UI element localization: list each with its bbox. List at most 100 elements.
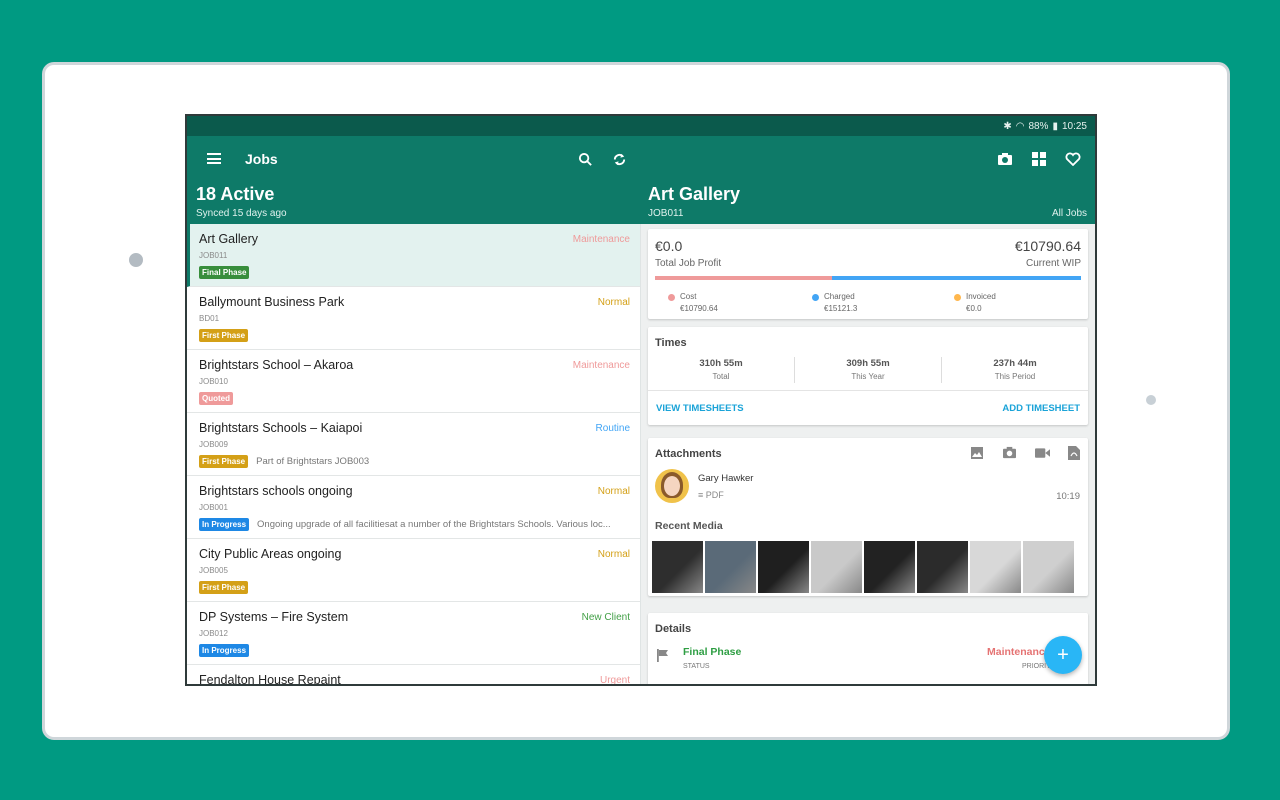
attachments-title: Attachments bbox=[655, 448, 722, 460]
legend-label: Cost bbox=[680, 292, 697, 301]
job-tag-row: In Progress Ongoing upgrade of all facili… bbox=[199, 518, 629, 531]
status-badge: First Phase bbox=[199, 581, 249, 594]
battery-percent: 88% bbox=[1028, 120, 1049, 132]
job-tag-row: First Phase bbox=[199, 581, 629, 594]
job-row[interactable]: Brightstars School – Akaroa Maintenance JO… bbox=[187, 350, 640, 413]
job-row[interactable]: DP Systems – Fire System New Client JOB012… bbox=[187, 602, 640, 665]
camera-dot bbox=[129, 253, 143, 267]
media-strip bbox=[652, 541, 1088, 593]
status-badge: First Phase bbox=[199, 455, 249, 468]
divider bbox=[648, 390, 1088, 391]
all-jobs-link[interactable]: All Jobs bbox=[1052, 208, 1087, 219]
job-row[interactable]: Ballymount Business Park Normal BD01 First … bbox=[187, 287, 640, 350]
favorite-icon[interactable] bbox=[1062, 148, 1084, 170]
status-label: STATUS bbox=[683, 663, 710, 670]
media-thumbnail[interactable] bbox=[864, 541, 915, 593]
grid-icon[interactable] bbox=[1028, 148, 1050, 170]
legend-dot bbox=[812, 294, 819, 301]
job-code: JOB009 bbox=[199, 440, 228, 449]
job-code: JOB012 bbox=[199, 629, 228, 638]
media-thumbnail[interactable] bbox=[652, 541, 703, 593]
job-type: New Client bbox=[581, 612, 630, 623]
legend-dot bbox=[954, 294, 961, 301]
app-bar: Jobs 18 Active Synced 15 days ago Art Ga… bbox=[187, 136, 1095, 224]
sensor-dot bbox=[1146, 395, 1156, 405]
sync-icon[interactable] bbox=[608, 148, 630, 170]
job-row[interactable]: Fendalton House Repaint Urgent bbox=[187, 665, 640, 686]
profit-label: Total Job Profit bbox=[655, 258, 722, 269]
job-name: Art Gallery bbox=[199, 232, 259, 246]
battery-icon: ▮ bbox=[1052, 120, 1058, 132]
job-row[interactable]: City Public Areas ongoing Normal JOB005 Fir… bbox=[187, 539, 640, 602]
job-code: JOB011 bbox=[199, 251, 228, 260]
job-name: Brightstars Schools – Kaiapoi bbox=[199, 421, 363, 435]
job-tag-row: Quoted bbox=[199, 392, 629, 405]
time-this-period: 237h 44m This Period bbox=[942, 358, 1088, 381]
camera-icon[interactable] bbox=[994, 148, 1016, 170]
attachment-time: 10:19 bbox=[1056, 491, 1080, 502]
view-timesheets-button[interactable]: VIEW TIMESHEETS bbox=[656, 403, 744, 414]
status-badge: First Phase bbox=[199, 329, 249, 342]
job-detail-pane: €0.0 Total Job Profit €10790.64 Current … bbox=[641, 224, 1095, 684]
details-title: Details bbox=[655, 623, 692, 635]
media-thumbnail[interactable] bbox=[1023, 541, 1074, 593]
legend-dot bbox=[668, 294, 675, 301]
clock: 10:25 bbox=[1061, 120, 1087, 132]
job-name: Ballymount Business Park bbox=[199, 295, 345, 309]
legend-label: Charged bbox=[824, 292, 855, 301]
job-tag-row: In Progress bbox=[199, 644, 629, 657]
avatar-face bbox=[664, 476, 680, 496]
job-type: Urgent bbox=[599, 675, 630, 686]
job-tag-row: First Phase bbox=[199, 329, 629, 342]
app-screen: ✱ ◠ 88% ▮ 10:25 Jobs 18 Active Synced 15… bbox=[185, 114, 1097, 686]
attachment-type-label: PDF bbox=[705, 490, 724, 500]
wip-label: Current WIP bbox=[1025, 258, 1081, 269]
time-this-year: 309h 55m This Year bbox=[795, 358, 941, 381]
profit-bar bbox=[655, 276, 1081, 280]
job-row[interactable]: Brightstars Schools – Kaiapoi Routine JOB0… bbox=[187, 413, 640, 476]
job-note: Part of Brightstars JOB003 bbox=[256, 456, 370, 467]
job-row[interactable]: Brightstars schools ongoing Normal JOB001 I… bbox=[187, 476, 640, 539]
camera-icon[interactable] bbox=[1002, 446, 1017, 463]
media-thumbnail[interactable] bbox=[917, 541, 968, 593]
job-type: Maintenance bbox=[572, 360, 630, 371]
job-code: JOB010 bbox=[199, 377, 228, 386]
job-note: Ongoing upgrade of all facilitiesat a nu… bbox=[257, 519, 611, 530]
pdf-icon[interactable] bbox=[1068, 446, 1080, 463]
wifi-icon: ◠ bbox=[1015, 120, 1025, 132]
status-value: Final Phase bbox=[683, 646, 742, 658]
attachments-card: Attachments Gary Hawker ≡ PDF 10:19 Rece… bbox=[648, 438, 1088, 596]
active-count: 18 Active bbox=[196, 184, 275, 204]
media-thumbnail[interactable] bbox=[970, 541, 1021, 593]
job-type: Normal bbox=[597, 486, 630, 497]
menu-icon[interactable] bbox=[207, 153, 221, 164]
jobs-header: Jobs 18 Active Synced 15 days ago bbox=[187, 136, 641, 224]
status-badge: Quoted bbox=[199, 392, 233, 405]
search-icon[interactable] bbox=[574, 148, 596, 170]
times-card: Times 310h 55m Total 309h 55m This Year … bbox=[648, 327, 1088, 425]
status-bar: ✱ ◠ 88% ▮ 10:25 bbox=[187, 116, 1095, 136]
time-label: This Period bbox=[994, 372, 1036, 381]
attachment-actions bbox=[970, 446, 1080, 463]
image-icon[interactable] bbox=[970, 446, 984, 463]
media-thumbnail[interactable] bbox=[705, 541, 756, 593]
sync-status: Synced 15 days ago bbox=[196, 208, 287, 219]
add-button[interactable]: + bbox=[1044, 636, 1082, 674]
status-badge: Final Phase bbox=[199, 266, 250, 279]
job-type: Normal bbox=[597, 549, 630, 560]
bluetooth-icon: ✱ bbox=[1003, 120, 1012, 132]
document-icon: ≡ bbox=[698, 490, 704, 500]
jobs-title: Jobs bbox=[245, 151, 278, 167]
job-name: City Public Areas ongoing bbox=[199, 547, 342, 561]
job-row[interactable]: Art Gallery Maintenance JOB011 Final Phase bbox=[187, 224, 640, 287]
recent-media-title: Recent Media bbox=[655, 520, 723, 532]
wip-value: €10790.64 bbox=[1014, 238, 1081, 254]
add-timesheet-button[interactable]: ADD TIMESHEET bbox=[1002, 403, 1080, 414]
video-icon[interactable] bbox=[1035, 446, 1050, 463]
flag-icon bbox=[657, 649, 669, 665]
media-thumbnail[interactable] bbox=[811, 541, 862, 593]
job-code: BD01 bbox=[199, 314, 220, 323]
job-tag-row: Final Phase bbox=[199, 266, 629, 279]
job-type: Maintenance bbox=[572, 234, 630, 245]
media-thumbnail[interactable] bbox=[758, 541, 809, 593]
